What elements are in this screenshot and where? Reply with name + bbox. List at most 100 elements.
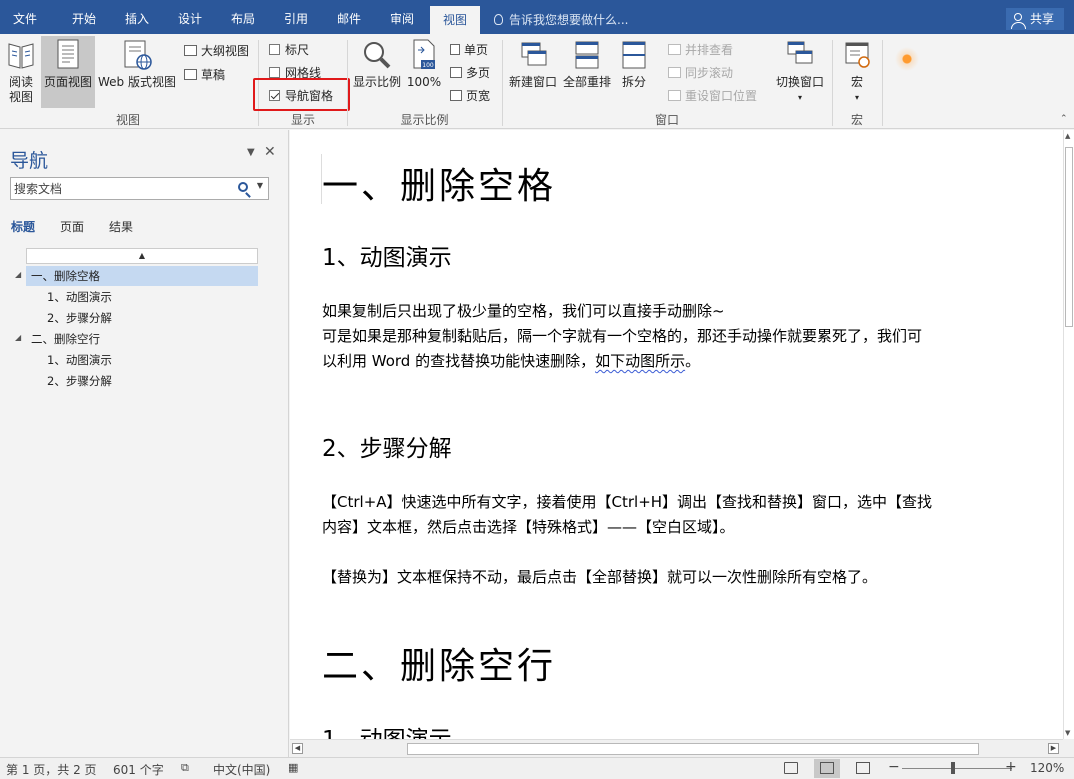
doc-heading-2[interactable]: 2、步骤分解 [322,429,452,463]
tab-review[interactable]: 审阅 [376,0,428,34]
nav-search-input[interactable] [11,178,231,199]
scrollbar-thumb[interactable] [407,743,979,755]
nav-heading-item[interactable]: 1、动图演示 [26,350,258,370]
doc-heading-1[interactable]: 一、删除空格 [322,157,556,209]
ruler-checkbox[interactable]: 标尺 [269,41,309,58]
language[interactable]: 中文(中国) [213,761,270,778]
macro-icon [845,42,870,68]
print-layout-button[interactable]: 页面视图 [41,36,95,108]
doc-heading-1[interactable]: 二、删除空行 [322,637,556,689]
zoom-out-icon[interactable]: − [888,759,900,775]
expand-triangle-icon[interactable]: ◢ [15,333,21,342]
read-mode-view-icon[interactable] [784,762,798,774]
zoom-slider-track[interactable] [902,768,1012,769]
status-bar: 第 1 页，共 2 页 601 个字 ⧉ 中文(中国) ▦ − + 120% [0,757,1074,779]
nav-heading-item[interactable]: 一、删除空格 [26,266,258,286]
zoom-100-button[interactable]: 100 100% [405,38,443,90]
tab-layout[interactable]: 布局 [217,0,269,34]
reset-position-label: 重设窗口位置 [685,89,758,103]
web-layout-button[interactable]: Web 版式视图 [97,38,177,90]
highlight-box [253,78,350,111]
zoom-100-icon: 100 [413,39,435,69]
sync-scroll-label: 同步滚动 [685,66,734,80]
tab-view[interactable]: 视图 [430,6,480,34]
doc-paragraph[interactable]: 内容】文本框，然后点击选择【特殊格式】——【空白区域】。 [322,515,735,540]
nav-options-dropdown[interactable]: ▼ [247,147,255,158]
reset-window-position-button[interactable]: 重设窗口位置 [668,87,757,104]
draft-button[interactable]: 草稿 [184,66,225,83]
collapse-ribbon-icon[interactable]: ⌃ [1060,114,1068,124]
nav-heading-item[interactable]: 2、步骤分解 [26,371,258,391]
web-layout-view-icon[interactable] [856,762,870,774]
scroll-right-icon[interactable]: ▶ [1048,743,1059,754]
read-mode-button[interactable]: 阅读 视图 [4,38,38,105]
word-count[interactable]: 601 个字 [113,761,164,778]
navigation-pane: 导航 ▼ ✕ ▼ 标题 页面 结果 ▲ ◢ 一、删除空格 1、动图演示 2、步骤… [0,130,289,757]
doc-heading-2[interactable]: 1、动图演示 [322,720,452,739]
nav-heading-item[interactable]: 1、动图演示 [26,287,258,307]
outline-button[interactable]: 大纲视图 [184,42,249,59]
tell-me-text: 告诉我您想要做什么... [509,13,629,27]
page-count[interactable]: 第 1 页，共 2 页 [6,761,97,778]
share-button[interactable]: 共享 [1006,8,1064,30]
split-button[interactable]: 拆分 [615,38,653,90]
scroll-left-icon[interactable]: ◀ [292,743,303,754]
nav-heading-item[interactable]: 2、步骤分解 [26,308,258,328]
page-width-label: 页宽 [466,89,491,103]
scroll-up-icon[interactable]: ▲ [1065,132,1070,140]
web-layout-label: Web 版式视图 [98,75,176,89]
view-side-by-side-button[interactable]: 并排查看 [668,41,733,58]
vertical-scrollbar[interactable]: ▲ ▼ [1063,130,1074,739]
add-in-icon[interactable] [894,46,920,72]
multiple-pages-button[interactable]: 多页 [450,64,490,81]
search-icon[interactable] [238,182,248,192]
zoom-button[interactable]: 显示比例 [351,38,403,90]
ribbon-tab-bar: 文件 开始 插入 设计 布局 引用 邮件 审阅 视图 告诉我您想要做什么... … [0,0,1074,34]
tab-file[interactable]: 文件 [0,0,50,34]
scroll-down-icon[interactable]: ▼ [1065,729,1070,737]
horizontal-scrollbar[interactable]: ◀ ▶ [290,739,1063,757]
doc-paragraph[interactable]: 【Ctrl+A】快速选中所有文字，接着使用【Ctrl+H】调出【查找和替换】窗口… [322,490,932,515]
nav-tab-headings[interactable]: 标题 [11,218,35,235]
page-icon [57,39,79,69]
proofing-icon[interactable]: ⧉ [181,761,189,775]
arrange-all-button[interactable]: 全部重排 [561,38,613,90]
tab-references[interactable]: 引用 [270,0,322,34]
tab-home[interactable]: 开始 [58,0,110,34]
close-icon[interactable]: ✕ [264,144,276,160]
macros-button[interactable]: 宏 ▾ [837,38,877,105]
switch-windows-button[interactable]: 切换窗口 ▾ [773,38,827,105]
ruler-label: 标尺 [285,43,310,57]
collapse-all-bar[interactable]: ▲ [26,248,258,264]
doc-paragraph[interactable]: 可是如果是那种复制黏贴后，隔一个字就有一个空格的，那还手动操作就要累死了，我们可 [322,324,922,349]
doc-text-run: 以利用 Word 的查找替换功能快速删除， [322,352,596,370]
doc-paragraph[interactable]: 以利用 Word 的查找替换功能快速删除，如下动图所示。 [322,349,700,374]
new-window-button[interactable]: 新建窗口 [507,38,559,90]
macro-record-icon[interactable]: ▦ [288,761,298,774]
nav-pane-title: 导航 [10,150,49,172]
doc-heading-2[interactable]: 1、动图演示 [322,238,452,272]
tab-insert[interactable]: 插入 [111,0,163,34]
doc-paragraph[interactable]: 【替换为】文本框保持不动，最后点击【全部替换】就可以一次性删除所有空格了。 [322,565,877,590]
one-page-icon [450,44,460,55]
tab-mailings[interactable]: 邮件 [323,0,375,34]
tab-design[interactable]: 设计 [164,0,216,34]
tell-me-box[interactable]: 告诉我您想要做什么... [494,0,628,34]
one-page-button[interactable]: 单页 [450,41,488,58]
zoom-in-icon[interactable]: + [1005,759,1017,775]
nav-tab-results[interactable]: 结果 [109,218,133,235]
nav-tab-pages[interactable]: 页面 [60,218,84,235]
zoom-100-label: 100% [406,75,442,89]
scrollbar-thumb[interactable] [1065,147,1073,327]
nav-heading-item[interactable]: 二、删除空行 [26,329,258,349]
zoom-slider-thumb[interactable] [951,762,955,774]
doc-paragraph[interactable]: 如果复制后只出现了极少量的空格，我们可以直接手动删除~ [322,299,725,324]
zoom-percent[interactable]: 120% [1030,761,1064,775]
synchronous-scrolling-button[interactable]: 同步滚动 [668,64,733,81]
page-width-button[interactable]: 页宽 [450,87,490,104]
chevron-down-icon[interactable]: ▼ [257,181,263,190]
expand-triangle-icon[interactable]: ◢ [15,270,21,279]
page-width-icon [450,90,462,101]
sync-scroll-icon [668,67,681,78]
share-label: 共享 [1030,12,1055,26]
